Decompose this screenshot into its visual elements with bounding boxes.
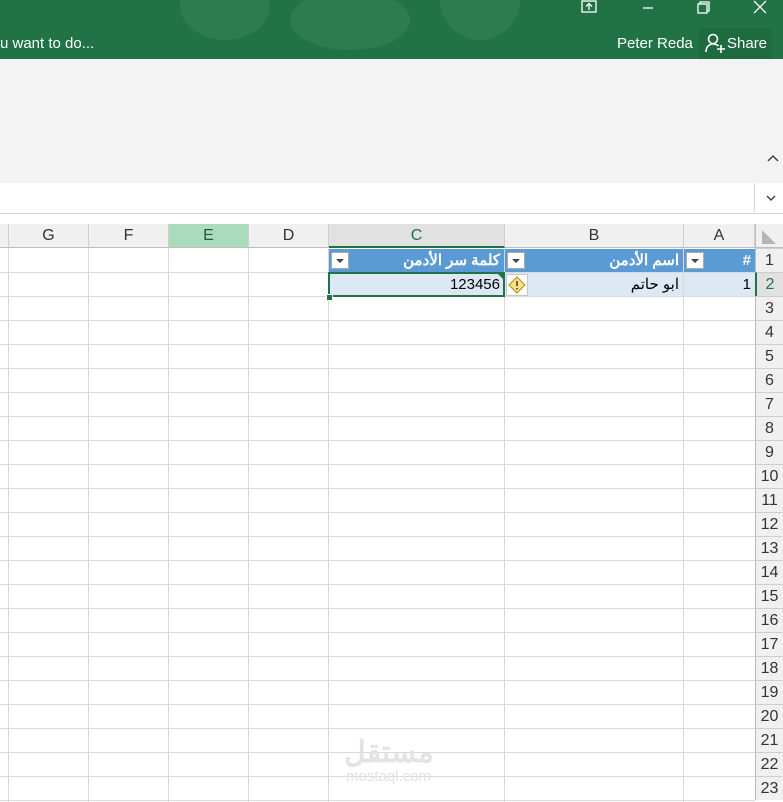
row-header[interactable]: 12 [755,512,783,536]
row-header[interactable]: 15 [755,584,783,608]
share-person-icon [705,33,725,53]
error-indicator-icon [497,273,504,280]
title-pattern [180,0,270,40]
gridline [0,392,755,393]
chevron-down-icon[interactable] [765,192,777,204]
row-header[interactable]: 13 [755,536,783,560]
row-header[interactable]: 2 [755,272,783,296]
table-header-label: كلمة سر الأدمن [403,252,500,269]
row-header[interactable]: 3 [755,296,783,320]
formula-bar[interactable] [0,183,783,214]
gridline [0,488,755,489]
gridline [168,248,169,802]
tell-me-search[interactable]: u want to do... [0,35,94,52]
gridline [0,728,755,729]
gridline [0,608,755,609]
table-cell-a2[interactable]: 1 [684,273,755,296]
gridline [0,632,755,633]
share-label: Share [727,35,768,52]
gridline [0,656,755,657]
filter-dropdown-button[interactable] [507,252,525,269]
gridline [88,248,89,802]
gridline [0,512,755,513]
column-header-g[interactable]: G [9,224,89,248]
title-pattern [290,0,410,50]
column-header-a[interactable]: A [684,224,755,248]
row-header[interactable]: 19 [755,680,783,704]
column-header-c[interactable]: C [329,224,505,248]
column-header-e[interactable]: E [169,224,249,248]
row-header[interactable]: 23 [755,776,783,800]
chevron-up-icon[interactable] [766,151,780,165]
gridline [0,680,755,681]
row-header[interactable]: 1 [755,248,783,272]
user-name[interactable]: Peter Reda [617,35,693,52]
error-warning-button[interactable] [506,274,528,296]
row-header[interactable]: 17 [755,632,783,656]
formula-input[interactable] [0,183,755,212]
gridline [0,440,755,441]
row-header[interactable]: 16 [755,608,783,632]
table-cell-b2[interactable]: ابو حاتم [505,273,683,296]
gridline [248,248,249,802]
restore-icon[interactable] [692,0,714,16]
gridline [0,344,755,345]
filter-dropdown-button[interactable] [686,252,704,269]
table-header-label: اسم الأدمن [609,252,679,269]
row-header[interactable]: 7 [755,392,783,416]
gridline [0,464,755,465]
gridline [0,704,755,705]
filter-dropdown-button[interactable] [331,252,349,269]
row-header[interactable]: 4 [755,320,783,344]
cell-value: 1 [742,276,751,293]
mostaql-watermark: مستقل mostaql.com [344,735,434,785]
gridline [683,248,684,802]
ribbon-area [0,59,783,184]
active-cell-border [328,272,505,297]
title-bar: u want to do... Peter Reda Share [0,0,783,59]
row-header[interactable]: 20 [755,704,783,728]
gridline [328,248,329,802]
row-header[interactable]: 22 [755,752,783,776]
select-all-icon [762,230,776,244]
close-icon[interactable] [749,0,771,16]
column-header-f[interactable]: F [89,224,169,248]
row-header[interactable]: 6 [755,368,783,392]
gridline [8,248,9,802]
gridline [0,584,755,585]
minimize-icon[interactable] [637,0,659,16]
column-header-h[interactable] [0,224,9,248]
gridline [504,248,505,802]
row-header[interactable]: 8 [755,416,783,440]
warning-diamond-icon [508,276,526,294]
share-button[interactable]: Share [699,28,772,59]
column-header-d[interactable]: D [249,224,329,248]
watermark-latin: mostaql.com [346,768,432,785]
select-all-corner[interactable] [755,224,783,248]
ribbon-display-icon[interactable] [578,0,600,16]
table-header-cell-c[interactable]: كلمة سر الأدمن [329,249,504,272]
gridline [0,800,755,801]
fill-handle[interactable] [326,294,333,301]
title-pattern [440,0,520,40]
row-header[interactable]: 11 [755,488,783,512]
row-header[interactable]: 5 [755,344,783,368]
gridline [0,416,755,417]
table-header-cell-b[interactable]: اسم الأدمن [505,249,683,272]
gridline [0,536,755,537]
row-header[interactable]: 14 [755,560,783,584]
row-header[interactable]: 18 [755,656,783,680]
column-header-b[interactable]: B [505,224,684,248]
cell-value: ابو حاتم [630,276,679,293]
watermark-arabic: مستقل [344,736,434,769]
row-header[interactable]: 10 [755,464,783,488]
gridline [0,560,755,561]
row-header[interactable]: 9 [755,440,783,464]
gridline [0,320,755,321]
table-header-label: # [742,252,751,269]
gridline [0,368,755,369]
row-header[interactable]: 21 [755,728,783,752]
